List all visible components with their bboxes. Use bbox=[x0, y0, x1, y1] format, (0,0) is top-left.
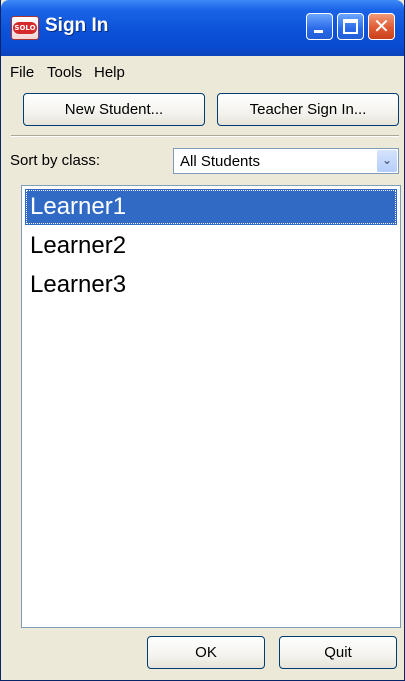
ok-button[interactable]: OK bbox=[147, 636, 265, 669]
menu-help[interactable]: Help bbox=[94, 64, 125, 81]
teacher-sign-in-button[interactable]: Teacher Sign In... bbox=[217, 93, 399, 126]
maximize-button[interactable] bbox=[337, 13, 364, 40]
dropdown-button[interactable]: ⌄ bbox=[377, 150, 397, 172]
sort-by-class-label: Sort by class: bbox=[10, 152, 101, 169]
window-title: Sign In bbox=[45, 15, 109, 36]
minimize-button[interactable] bbox=[306, 13, 333, 40]
student-list-item[interactable]: Learner2 bbox=[25, 228, 397, 264]
maximize-icon bbox=[343, 19, 358, 34]
student-list-item[interactable]: Learner1 bbox=[25, 189, 397, 225]
student-list[interactable]: Learner1 Learner2 Learner3 bbox=[21, 185, 401, 628]
toolbar-separator bbox=[11, 135, 399, 137]
sign-in-window: SOLO Sign In ✕ File Tools Help New Stude… bbox=[0, 0, 405, 681]
class-filter-value: All Students bbox=[180, 153, 261, 170]
close-button[interactable]: ✕ bbox=[368, 13, 395, 40]
title-bar[interactable]: SOLO Sign In ✕ bbox=[1, 0, 404, 56]
solo-app-icon: SOLO bbox=[11, 16, 39, 40]
class-filter-select[interactable]: All Students ⌄ bbox=[173, 148, 399, 174]
minimize-icon bbox=[314, 30, 323, 33]
quit-button[interactable]: Quit bbox=[279, 636, 397, 669]
chevron-down-icon: ⌄ bbox=[381, 153, 393, 167]
menu-bar: File Tools Help bbox=[1, 56, 404, 86]
menu-file[interactable]: File bbox=[10, 64, 34, 81]
menu-tools[interactable]: Tools bbox=[47, 64, 82, 81]
new-student-button[interactable]: New Student... bbox=[23, 93, 205, 126]
close-icon: ✕ bbox=[373, 14, 390, 38]
student-list-item[interactable]: Learner3 bbox=[25, 267, 397, 303]
